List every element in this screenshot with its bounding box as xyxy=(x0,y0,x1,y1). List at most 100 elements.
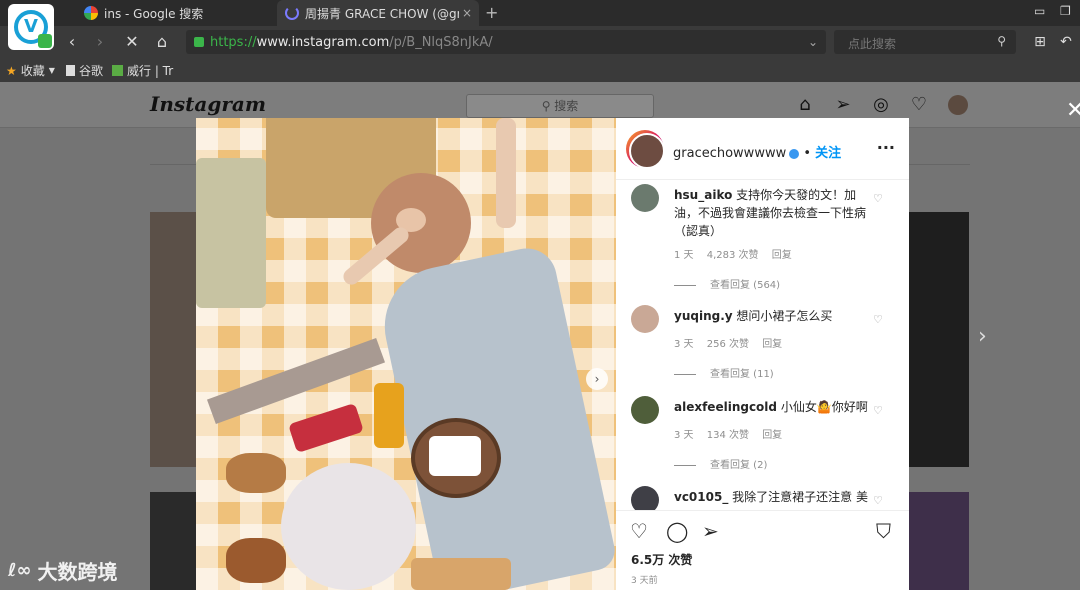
bookmark-icon[interactable]: ⛉ xyxy=(876,519,891,543)
pastry-plate xyxy=(281,463,416,590)
next-post-icon[interactable]: › xyxy=(978,324,987,349)
grid-thumbnail[interactable] xyxy=(150,492,196,590)
comment-text: yuqing.y 想问小裙子怎么买 xyxy=(674,307,874,325)
watermark: ℓ∞ 大数跨境 xyxy=(8,556,117,585)
back-button[interactable]: ‹ xyxy=(62,31,82,53)
comment-body: 小仙女🤷你好啊 xyxy=(780,400,868,414)
watermark-text: 大数跨境 xyxy=(37,560,118,584)
tab-label: 周揚青 GRACE CHOW (@grac xyxy=(305,6,459,21)
avatar[interactable] xyxy=(631,305,659,333)
grid-thumbnail[interactable] xyxy=(909,492,969,590)
grid-icon[interactable]: ⊞ xyxy=(1030,31,1050,53)
like-heart-icon[interactable]: ♡ xyxy=(873,494,883,507)
like-heart-icon[interactable]: ♡ xyxy=(873,404,883,417)
comment-user[interactable]: hsu_aiko xyxy=(674,188,732,202)
croissant xyxy=(226,538,286,583)
avatar[interactable] xyxy=(631,184,659,212)
share-icon[interactable]: ➢ xyxy=(702,519,719,543)
like-count[interactable]: 6.5万 次赞 xyxy=(631,551,692,568)
username[interactable]: gracechowwwww xyxy=(673,146,786,161)
comment-text: alexfeelingcold 小仙女🤷你好啊 xyxy=(674,398,874,416)
like-heart-icon[interactable]: ♡ xyxy=(873,313,883,326)
tab-bar: ins - Google 搜索 周揚青 GRACE CHOW (@grac × … xyxy=(0,0,1080,26)
reply-button[interactable]: 回复 xyxy=(762,430,782,441)
send-icon[interactable]: ➢ xyxy=(832,94,854,116)
view-replies-button[interactable]: 查看回复 (2) xyxy=(674,456,767,471)
search-icon[interactable]: ⚲ xyxy=(997,34,1006,48)
home-button[interactable]: ⌂ xyxy=(152,31,172,53)
chevron-down-icon: ▼ xyxy=(48,66,55,75)
stop-button[interactable]: ✕ xyxy=(122,31,142,53)
tab-google-search[interactable]: ins - Google 搜索 xyxy=(76,0,276,26)
bookmark-favorites[interactable]: ★ 收藏 ▼ xyxy=(6,62,55,79)
bookmarks-bar: ★ 收藏 ▼ 谷歌 威行 | Tr xyxy=(0,58,1080,82)
comment-user[interactable]: yuqing.y xyxy=(674,309,733,323)
comment-body: 想问小裙子怎么买 xyxy=(736,309,833,323)
post-time: 3 天前 xyxy=(631,576,658,586)
comment-user[interactable]: alexfeelingcold xyxy=(674,400,777,414)
instagram-logo[interactable]: Instagram xyxy=(150,92,266,116)
page-icon xyxy=(66,65,75,76)
undo-icon[interactable]: ↶ xyxy=(1056,31,1076,53)
tab-close-icon[interactable]: × xyxy=(459,6,475,20)
avatar[interactable] xyxy=(631,396,659,424)
heart-icon[interactable]: ♡ xyxy=(908,94,930,116)
grid-thumbnail[interactable] xyxy=(909,212,969,467)
comment-likes[interactable]: 4,283 次赞 xyxy=(707,250,759,261)
avatar[interactable] xyxy=(631,486,659,510)
new-tab-button[interactable]: + xyxy=(485,3,498,22)
divider xyxy=(674,373,696,375)
avatar[interactable] xyxy=(626,130,665,169)
search-input[interactable]: 点此搜索 ⚲ xyxy=(834,30,1016,54)
url-path: /p/B_NlqS8nJkA/ xyxy=(389,34,493,50)
restore-icon[interactable]: ❐ xyxy=(1060,4,1071,18)
comment-user[interactable]: vc0105_ xyxy=(674,490,728,504)
google-icon xyxy=(84,6,98,20)
post-image[interactable] xyxy=(196,118,616,590)
instagram-search-input[interactable]: ⚲ 搜索 xyxy=(466,94,654,118)
grid-thumbnail[interactable] xyxy=(150,212,196,467)
more-options-icon[interactable]: ··· xyxy=(877,138,895,157)
reply-button[interactable]: 回复 xyxy=(762,339,782,350)
comment-icon[interactable]: ◯ xyxy=(666,519,688,543)
minimize-icon[interactable]: ▭ xyxy=(1034,4,1045,18)
comment-text: hsu_aiko 支持你今天發的文！加油，不過我會建議你去檢查一下性病（認真） xyxy=(674,186,874,240)
profile-icon[interactable] xyxy=(948,95,968,115)
browser-logo[interactable]: V xyxy=(8,4,54,50)
chevron-down-icon[interactable]: ⌄ xyxy=(808,35,818,49)
forward-button[interactable]: › xyxy=(90,31,110,53)
star-icon: ★ xyxy=(6,63,17,78)
browser-window: ins - Google 搜索 周揚青 GRACE CHOW (@grac × … xyxy=(0,0,1080,590)
like-heart-icon[interactable]: ♡ xyxy=(630,519,648,543)
comment-likes[interactable]: 256 次赞 xyxy=(707,339,749,350)
bookmark-google[interactable]: 谷歌 xyxy=(66,62,103,79)
view-replies-button[interactable]: 查看回复 (564) xyxy=(674,276,780,291)
secure-lock-icon xyxy=(194,37,204,47)
loading-icon xyxy=(285,6,299,20)
comment-likes[interactable]: 134 次赞 xyxy=(707,430,749,441)
view-replies-button[interactable]: 查看回复 (11) xyxy=(674,365,774,380)
orange-bottle xyxy=(374,383,404,448)
bookmark-label: 威行 | Tr xyxy=(127,64,174,78)
explore-icon[interactable]: ◎ xyxy=(870,94,892,116)
bookmark-label: 收藏 xyxy=(20,64,45,78)
comments-list[interactable]: hsu_aiko 支持你今天發的文！加油，不過我會建議你去檢查一下性病（認真） … xyxy=(616,180,909,510)
url-host: www.instagram.com xyxy=(256,34,390,50)
tab-label: ins - Google 搜索 xyxy=(104,6,204,21)
bookmark-weixing[interactable]: 威行 | Tr xyxy=(112,62,173,79)
carousel-next-icon[interactable]: › xyxy=(586,368,608,390)
home-icon[interactable]: ⌂ xyxy=(794,94,816,116)
follow-button[interactable]: 关注 xyxy=(815,146,841,161)
watermark-logo: ℓ∞ xyxy=(8,560,32,581)
comment-meta: 1 天 4,283 次赞 回复 xyxy=(674,246,802,261)
flower-bouquet xyxy=(196,158,266,308)
reply-button[interactable]: 回复 xyxy=(772,250,792,261)
nav-toolbar: ‹ › ✕ ⌂ https:// www.instagram.com /p/B_… xyxy=(0,26,1080,58)
address-bar[interactable]: https:// www.instagram.com /p/B_NlqS8nJk… xyxy=(186,30,826,54)
divider xyxy=(674,284,696,286)
tab-instagram-post[interactable]: 周揚青 GRACE CHOW (@grac × xyxy=(277,0,479,26)
post-header: gracechowwwww • 关注 ··· xyxy=(616,118,909,180)
like-heart-icon[interactable]: ♡ xyxy=(873,192,883,205)
comment-meta: 3 天 256 次赞 回复 xyxy=(674,335,792,350)
close-modal-icon[interactable]: ✕ xyxy=(1066,98,1080,123)
